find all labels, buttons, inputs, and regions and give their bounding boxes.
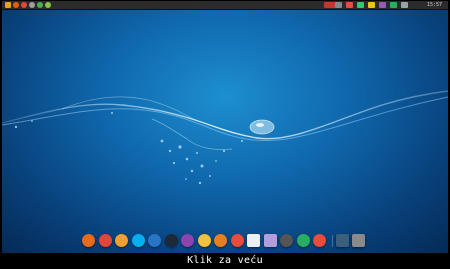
dock-separator bbox=[331, 235, 333, 247]
chat-icon[interactable] bbox=[346, 2, 353, 8]
clock-time[interactable]: 15:57 bbox=[427, 1, 442, 9]
chrome-icon[interactable] bbox=[98, 234, 112, 247]
chrome-icon[interactable] bbox=[21, 2, 27, 8]
dock bbox=[82, 233, 372, 252]
files-icon[interactable] bbox=[29, 2, 35, 8]
menu-icon[interactable] bbox=[5, 2, 11, 8]
sync-icon[interactable] bbox=[368, 2, 375, 8]
system-icon[interactable] bbox=[280, 234, 293, 247]
update-icon[interactable] bbox=[357, 2, 364, 8]
kodi-icon[interactable] bbox=[148, 234, 161, 247]
youtube-icon[interactable] bbox=[230, 234, 244, 247]
photos-icon[interactable] bbox=[296, 234, 310, 247]
power-icon[interactable] bbox=[401, 2, 408, 8]
cpu-graph-icon[interactable] bbox=[390, 2, 397, 8]
wallpaper-water-wave bbox=[2, 90, 448, 185]
media-player-icon[interactable] bbox=[181, 234, 194, 247]
desktop-screen: 15:57 bbox=[2, 1, 448, 253]
top-panel bbox=[2, 1, 448, 10]
terminal-icon[interactable] bbox=[37, 2, 43, 8]
ebook-icon[interactable] bbox=[263, 234, 277, 247]
trash-icon[interactable] bbox=[352, 234, 365, 247]
firefox-icon[interactable] bbox=[13, 2, 19, 8]
settings-icon[interactable] bbox=[45, 2, 51, 8]
sound-icon[interactable] bbox=[379, 2, 386, 8]
recycle-icon[interactable] bbox=[313, 234, 326, 247]
skype-icon[interactable] bbox=[131, 234, 145, 247]
network-icon[interactable] bbox=[335, 2, 342, 8]
software-center-icon[interactable] bbox=[115, 234, 128, 247]
caption[interactable]: Klik za veću bbox=[0, 253, 450, 269]
minus-icon[interactable] bbox=[164, 234, 178, 247]
document-icon[interactable] bbox=[247, 234, 260, 247]
music-icon[interactable] bbox=[214, 234, 227, 247]
video-player-icon[interactable] bbox=[197, 234, 211, 247]
firefox-icon[interactable] bbox=[82, 234, 95, 247]
apps-icon[interactable] bbox=[335, 234, 349, 247]
